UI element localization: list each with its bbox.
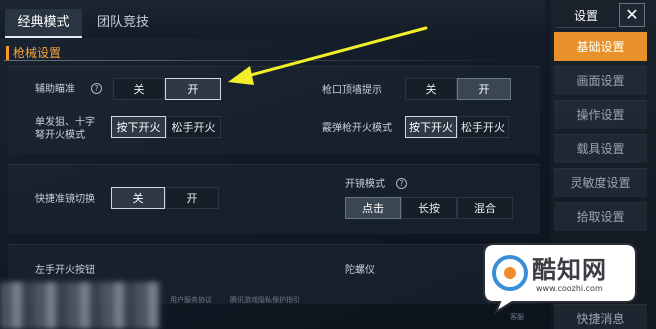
sidebar-item-pickup[interactable]: 拾取设置 <box>554 202 647 231</box>
scope-mode-mixed[interactable]: 混合 <box>457 197 513 219</box>
shotgun-fire-press[interactable]: 按下开火 <box>405 116 457 138</box>
single-fire-release[interactable]: 松手开火 <box>166 116 221 138</box>
watermark-url: www.coozhi.com <box>536 284 603 293</box>
arrow-shaft <box>238 26 428 80</box>
sidebar-title: 设置 <box>556 4 616 28</box>
annotation-arrow <box>228 26 428 85</box>
shotgun-fire-label: 霰弹枪开火模式 <box>322 123 392 134</box>
section-accent-bar <box>6 46 9 60</box>
footer-privacy-link[interactable]: 腾讯游戏隐私保护指引 <box>230 295 300 305</box>
watermark: 酷知网 www.coozhi.com <box>476 240 640 314</box>
tab-active-underline <box>5 36 82 38</box>
single-fire-toggle: 按下开火 松手开火 <box>111 116 221 138</box>
single-fire-label-line1: 单发狙、十字 <box>35 117 95 128</box>
aim-assist-label: 辅助瞄准 <box>35 84 75 95</box>
shotgun-fire-toggle: 按下开火 松手开火 <box>405 116 509 138</box>
scope-switch-off[interactable]: 关 <box>111 187 165 209</box>
scope-mode-tap[interactable]: 点击 <box>345 197 401 219</box>
arrow-head <box>228 66 254 85</box>
aim-assist-off[interactable]: 关 <box>113 78 165 100</box>
shotgun-fire-release[interactable]: 松手开火 <box>457 116 509 138</box>
single-fire-label-line2: 弩开火模式 <box>35 130 85 141</box>
scope-switch-label: 快捷准镜切换 <box>35 194 95 205</box>
tab-team-deathmatch[interactable]: 团队竞技 <box>88 9 158 37</box>
close-icon[interactable]: ✕ <box>619 3 645 27</box>
sidebar-item-basic[interactable]: 基础设置 <box>554 32 647 61</box>
tab-classic-mode[interactable]: 经典模式 <box>5 9 82 37</box>
scope-mode-selector: 点击 长按 混合 <box>345 197 513 219</box>
sidebar-item-graphics[interactable]: 画面设置 <box>554 66 647 95</box>
footer-user-agreement[interactable]: 用户服务协议 <box>170 295 212 305</box>
scope-mode-hold[interactable]: 长按 <box>401 197 457 219</box>
scope-switch-on[interactable]: 开 <box>165 187 219 209</box>
scope-mode-label: 开镜模式 <box>345 179 385 190</box>
muzzle-hint-on[interactable]: 开 <box>457 78 511 100</box>
left-fire-label: 左手开火按钮 <box>35 265 95 276</box>
sidebar-item-sensitivity[interactable]: 灵敏度设置 <box>554 168 647 197</box>
sidebar-item-controls[interactable]: 操作设置 <box>554 100 647 129</box>
help-icon[interactable]: ? <box>91 83 102 94</box>
aim-assist-toggle: 关 开 <box>113 78 221 100</box>
blurred-account-info <box>0 282 160 329</box>
aim-assist-on[interactable]: 开 <box>165 78 221 100</box>
help-icon[interactable]: ? <box>396 178 407 189</box>
single-fire-press[interactable]: 按下开火 <box>111 116 166 138</box>
watermark-brand: 酷知网 <box>532 256 607 284</box>
gyroscope-label: 陀螺仪 <box>345 265 375 276</box>
scope-switch-toggle: 关 开 <box>111 187 219 209</box>
sidebar-item-vehicle[interactable]: 载具设置 <box>554 134 647 163</box>
